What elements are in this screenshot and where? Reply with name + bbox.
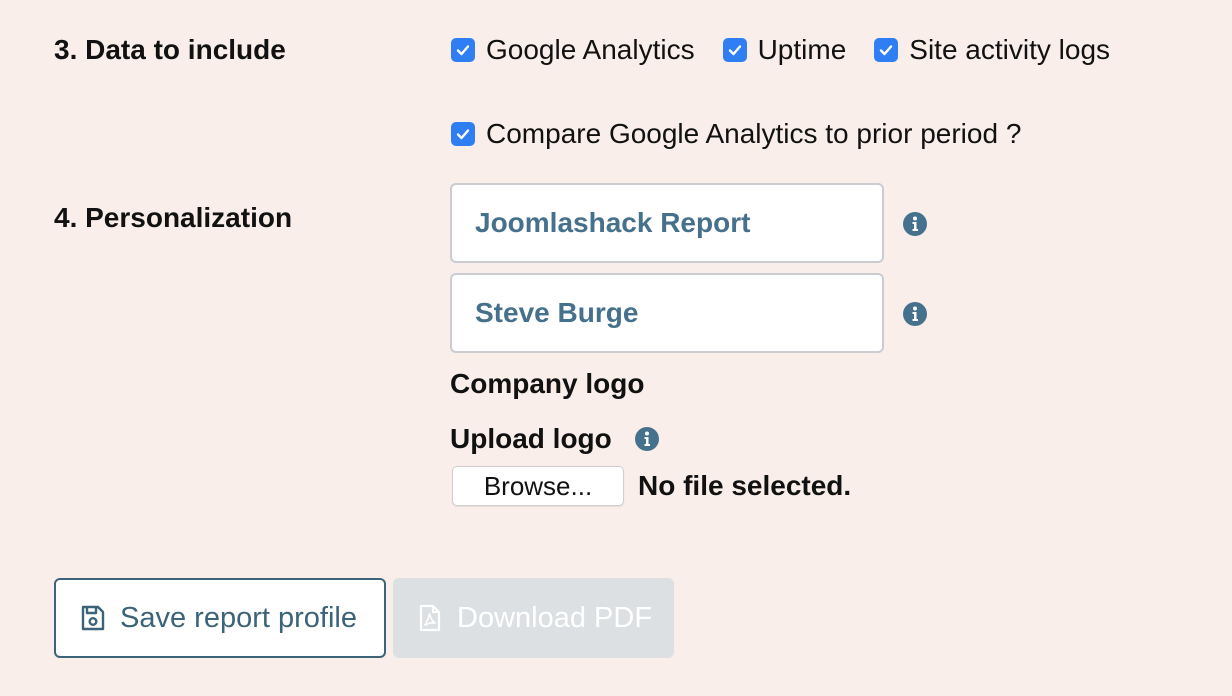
download-pdf-button[interactable]: Download PDF xyxy=(393,578,674,658)
info-circle-icon[interactable] xyxy=(902,211,928,237)
check-icon[interactable] xyxy=(451,122,475,146)
check-icon[interactable] xyxy=(451,38,475,62)
data-options-row: Google Analytics Uptime Site activity lo… xyxy=(451,33,1138,67)
info-circle-icon[interactable] xyxy=(634,426,660,452)
report-title-input[interactable] xyxy=(450,183,884,263)
upload-logo-label: Upload logo xyxy=(450,423,612,454)
floppy-disk-icon xyxy=(81,605,105,631)
download-button-label: Download PDF xyxy=(457,601,653,634)
option-label: Site activity logs xyxy=(909,34,1111,65)
info-circle-icon[interactable] xyxy=(902,301,928,327)
browse-file-button[interactable]: Browse... xyxy=(452,466,624,506)
option-google-analytics[interactable]: Google Analytics xyxy=(451,33,695,67)
save-report-profile-button[interactable]: Save report profile xyxy=(54,578,386,658)
save-button-label: Save report profile xyxy=(120,601,357,634)
file-status-text: No file selected. xyxy=(638,470,852,501)
option-compare-prior-period[interactable]: Compare Google Analytics to prior period… xyxy=(451,117,1021,151)
compare-row: Compare Google Analytics to prior period… xyxy=(451,117,1049,151)
section-data-to-include-label: 3. Data to include xyxy=(54,34,286,65)
option-label: Google Analytics xyxy=(486,34,695,65)
option-label: Compare Google Analytics to prior period… xyxy=(486,118,1022,149)
check-icon[interactable] xyxy=(722,38,747,62)
check-icon[interactable] xyxy=(874,38,899,62)
option-uptime[interactable]: Uptime xyxy=(722,33,847,67)
company-logo-label: Company logo xyxy=(450,368,645,399)
section-personalization-label: 4. Personalization xyxy=(54,202,293,233)
option-label: Uptime xyxy=(757,34,847,65)
option-site-activity-logs[interactable]: Site activity logs xyxy=(874,33,1110,67)
author-name-input[interactable] xyxy=(450,273,884,353)
pdf-file-icon xyxy=(419,604,441,632)
